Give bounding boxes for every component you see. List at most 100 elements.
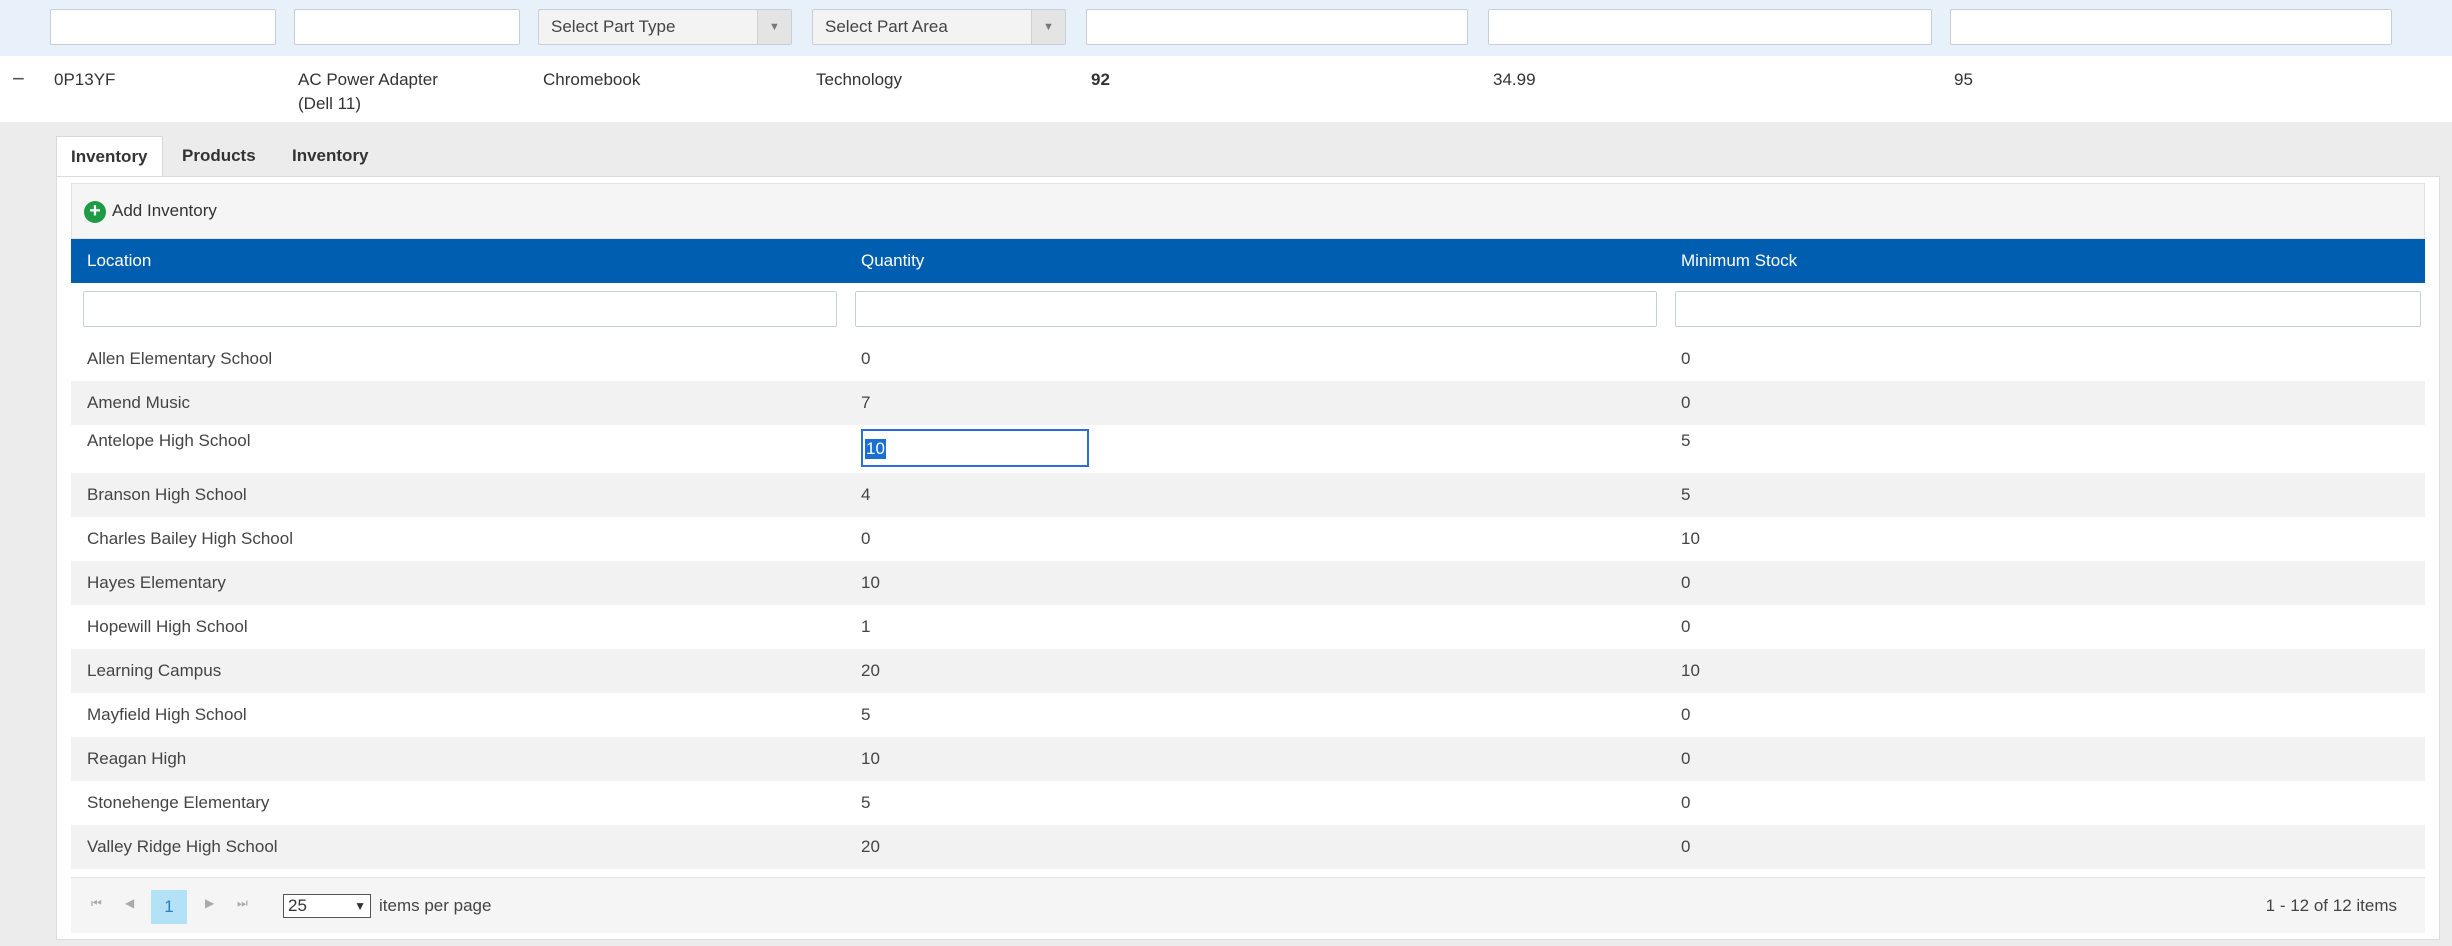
cell-quantity[interactable]: 7 (861, 393, 870, 413)
table-row[interactable]: Hayes Elementary 10 0 (71, 561, 2425, 605)
cell-minimum-stock[interactable]: 0 (1681, 573, 1690, 593)
part-number: 0P13YF (54, 70, 116, 89)
tab-products[interactable]: Products (168, 136, 270, 176)
cell-minimum-stock[interactable]: 0 (1681, 393, 1690, 413)
cell-location: Antelope High School (87, 431, 251, 450)
part-description-line1: AC Power Adapter (298, 70, 438, 89)
cell-minimum-stock[interactable]: 0 (1681, 349, 1690, 369)
cell-quantity[interactable]: 20 (861, 837, 880, 857)
cell-minimum-stock[interactable]: 0 (1681, 617, 1690, 637)
tab-inventory-history[interactable]: Inventory History (278, 136, 383, 205)
next-page-icon[interactable]: ▶ (205, 896, 214, 910)
plus-circle-icon: + (84, 200, 106, 223)
part-description: AC Power Adapter (Dell 11) (298, 68, 438, 116)
part-area: Technology (816, 70, 903, 89)
location-filter-input[interactable] (83, 291, 837, 327)
prev-page-icon[interactable]: ◀ (125, 896, 134, 910)
cell-location: Hayes Elementary (87, 573, 226, 592)
cell-quantity[interactable]: 0 (861, 529, 870, 549)
grid-filter-row (71, 283, 2425, 337)
cell-location: Charles Bailey High School (87, 529, 293, 548)
page-size-select[interactable]: 25 ▼ (283, 894, 371, 918)
cell-quantity[interactable]: 5 (861, 705, 870, 725)
cell-quantity[interactable]: 0 (861, 349, 870, 369)
minimum-stock-filter-input[interactable] (1675, 291, 2421, 327)
cell-minimum-stock[interactable]: 0 (1681, 793, 1690, 813)
part-price: 34.99 (1493, 70, 1536, 89)
part-area-filter[interactable]: Select Part Area ▼ (812, 9, 1066, 45)
cell-location: Learning Campus (87, 661, 222, 680)
table-row[interactable]: Allen Elementary School 0 0 (71, 337, 2425, 381)
cell-minimum-stock[interactable]: 10 (1681, 529, 1700, 549)
cell-location: Mayfield High School (87, 705, 247, 724)
items-per-page-label: items per page (379, 896, 492, 915)
detail-area: Inventory Products Inventory History + Ad… (0, 122, 2452, 946)
price-filter[interactable] (1488, 9, 1932, 45)
add-inventory-label: Add Inventory (112, 201, 217, 220)
cell-quantity[interactable]: 20 (861, 661, 880, 681)
page-number-current[interactable]: 1 (151, 890, 187, 924)
cell-minimum-stock[interactable]: 0 (1681, 837, 1690, 857)
table-row[interactable]: Mayfield High School 5 0 (71, 693, 2425, 737)
cell-location: Allen Elementary School (87, 349, 273, 368)
chevron-down-icon[interactable]: ▼ (1031, 10, 1065, 44)
cell-location: Valley Ridge High School (87, 837, 278, 856)
column-header-quantity[interactable]: Quantity (861, 239, 924, 283)
cell-quantity[interactable]: 5 (861, 793, 870, 813)
filter-row: Select Part Type ▼ Select Part Area ▼ (0, 0, 2452, 56)
collapse-icon[interactable]: − (12, 66, 25, 92)
table-row[interactable]: Learning Campus 20 10 (71, 649, 2425, 693)
chevron-down-icon: ▼ (354, 899, 366, 913)
table-row[interactable]: Reagan High 10 0 (71, 737, 2425, 781)
cell-location: Branson High School (87, 485, 247, 504)
first-page-icon[interactable]: ⏮ (91, 896, 102, 911)
cell-quantity[interactable]: 1 (861, 617, 870, 637)
cell-quantity[interactable]: 10 (861, 749, 880, 769)
cell-quantity[interactable]: 4 (861, 485, 870, 505)
table-row[interactable]: Stonehenge Elementary 5 0 (71, 781, 2425, 825)
part-quantity: 92 (1091, 70, 1110, 89)
part-number-filter[interactable] (50, 9, 276, 45)
min-stock-filter[interactable] (1950, 9, 2392, 45)
part-description-line2: (Dell 11) (298, 94, 361, 113)
table-row[interactable]: Amend Music 7 0 (71, 381, 2425, 425)
cell-quantity[interactable]: 10 (861, 573, 880, 593)
quantity-filter-input[interactable] (855, 291, 1657, 327)
add-inventory-button[interactable]: + Add Inventory (84, 198, 217, 224)
table-row[interactable]: Valley Ridge High School 20 0 (71, 825, 2425, 869)
grid-toolbar: + Add Inventory (71, 183, 2425, 239)
table-row[interactable]: Hopewill High School 1 0 (71, 605, 2425, 649)
grid-header: Location Quantity Minimum Stock (71, 239, 2425, 283)
pager-info: 1 - 12 of 12 items (2265, 896, 2397, 915)
cell-location: Stonehenge Elementary (87, 793, 270, 812)
part-area-filter-label: Select Part Area (825, 17, 948, 36)
cell-minimum-stock[interactable]: 0 (1681, 749, 1690, 769)
table-row[interactable]: Branson High School 4 5 (71, 473, 2425, 517)
quantity-edit-value: 10 (865, 439, 886, 459)
quantity-edit-input[interactable]: 10 (861, 429, 1089, 467)
cell-location: Reagan High (87, 749, 187, 768)
table-row[interactable]: Antelope High School 10 5 (71, 425, 2425, 473)
part-type: Chromebook (543, 70, 641, 89)
cell-minimum-stock[interactable]: 5 (1681, 431, 1690, 451)
chevron-down-icon[interactable]: ▼ (757, 10, 791, 44)
cell-minimum-stock[interactable]: 5 (1681, 485, 1690, 505)
quantity-filter[interactable] (1086, 9, 1468, 45)
pager: ⏮ ◀ 1 ▶ ⏭ 25 ▼ items per page 1 - 12 of … (71, 877, 2425, 933)
page-size-value: 25 (288, 896, 307, 915)
last-page-icon[interactable]: ⏭ (237, 896, 248, 911)
part-type-filter[interactable]: Select Part Type ▼ (538, 9, 792, 45)
part-min-stock: 95 (1954, 70, 1973, 89)
column-header-location[interactable]: Location (87, 239, 151, 283)
table-row[interactable]: Charles Bailey High School 0 10 (71, 517, 2425, 561)
master-row: − 0P13YF AC Power Adapter (Dell 11) Chro… (0, 56, 2452, 122)
cell-minimum-stock[interactable]: 0 (1681, 705, 1690, 725)
part-type-filter-label: Select Part Type (551, 17, 676, 36)
description-filter[interactable] (294, 9, 520, 45)
tab-inventory[interactable]: Inventory (56, 136, 163, 176)
cell-location: Amend Music (87, 393, 190, 412)
cell-location: Hopewill High School (87, 617, 248, 636)
cell-minimum-stock[interactable]: 10 (1681, 661, 1700, 681)
column-header-minimum-stock[interactable]: Minimum Stock (1681, 239, 1797, 283)
inventory-panel: + Add Inventory Location Quantity Minimum… (56, 176, 2440, 940)
